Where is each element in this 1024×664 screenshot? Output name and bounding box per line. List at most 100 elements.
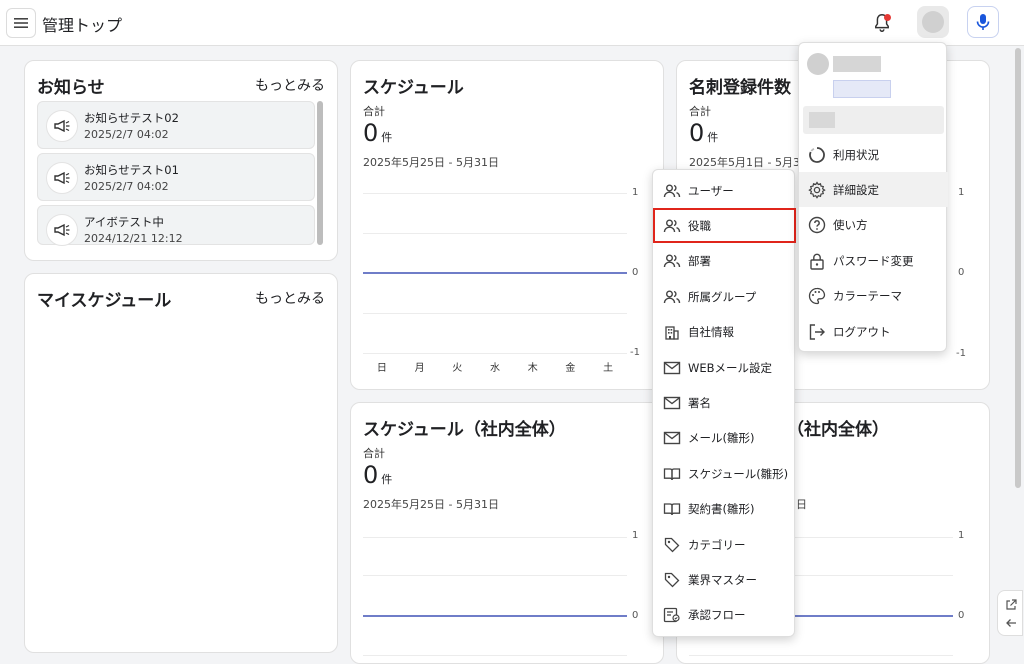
settings-menu-item-label: 承認フロー bbox=[688, 608, 746, 623]
schedule-title: スケジュール bbox=[363, 78, 464, 98]
company-schedule-total-value: 0件 bbox=[363, 461, 393, 489]
avatar bbox=[922, 11, 944, 33]
megaphone-icon bbox=[46, 162, 78, 194]
business-card-count-title: 名刺登録件数 bbox=[689, 78, 791, 98]
settings-menu-item[interactable]: ユーザー bbox=[653, 173, 796, 208]
settings-menu-item-label: 自社情報 bbox=[688, 325, 734, 340]
company-card-date-range: 日 bbox=[796, 498, 807, 511]
schedule-date-range: 2025年5月25日 - 5月31日 bbox=[363, 156, 499, 169]
page-scrollbar-thumb[interactable] bbox=[1015, 48, 1021, 488]
page-scrollbar[interactable] bbox=[1015, 48, 1021, 648]
news-more-link[interactable]: もっとみる bbox=[255, 75, 325, 95]
news-item[interactable]: お知らせテスト01 2025/2/7 04:02 bbox=[37, 153, 315, 201]
user-menu-item-label: 詳細設定 bbox=[833, 182, 879, 197]
settings-menu-item[interactable]: 部署 bbox=[653, 244, 796, 279]
user-menu-item[interactable]: 詳細設定 bbox=[799, 172, 948, 208]
company-schedule-date-range: 2025年5月25日 - 5月31日 bbox=[363, 498, 499, 511]
settings-menu-item[interactable]: 所属グループ bbox=[653, 279, 796, 314]
user-dropdown-menu: 利用状況詳細設定使い方パスワード変更カラーテーマ ログアウト bbox=[798, 42, 948, 352]
settings-menu-item-label: 役職 bbox=[688, 218, 711, 233]
y-tick-label: 1 bbox=[632, 530, 639, 541]
settings-menu-item-label: 所属グループ bbox=[688, 289, 757, 304]
user-name-placeholder bbox=[833, 56, 881, 72]
settings-menu-item[interactable]: カテゴリー bbox=[653, 527, 796, 562]
news-item-date: 2024/12/21 12:12 bbox=[84, 232, 183, 245]
my-schedule-more-link[interactable]: もっとみる bbox=[255, 288, 325, 308]
y-tick-label: 0 bbox=[958, 267, 965, 278]
settings-menu-item[interactable]: 業界マスター bbox=[653, 562, 796, 597]
palette-icon bbox=[807, 286, 827, 306]
side-floating-buttons bbox=[997, 590, 1023, 636]
collapse-button[interactable] bbox=[1004, 616, 1018, 630]
help-icon bbox=[807, 215, 827, 235]
company-selector[interactable] bbox=[803, 106, 944, 134]
user-menu-item[interactable]: 利用状況 bbox=[799, 137, 948, 172]
settings-dropdown-menu: ユーザー役職部署所属グループ 自社情報 WEBメール設定 署名 メール(雛形) スケジュー… bbox=[652, 169, 796, 637]
news-item-title: お知らせテスト01 bbox=[84, 163, 179, 177]
user-avatar-button[interactable] bbox=[917, 6, 949, 38]
voice-input-button[interactable] bbox=[967, 6, 999, 38]
grid-line bbox=[363, 537, 627, 538]
notification-button[interactable] bbox=[871, 12, 893, 34]
hamburger-menu-button[interactable] bbox=[6, 8, 36, 38]
settings-menu-item-label: 部署 bbox=[688, 254, 711, 269]
schedule-unit: 件 bbox=[381, 131, 393, 144]
user-menu-item[interactable]: カラーテーマ bbox=[799, 279, 948, 314]
user-role-badge bbox=[833, 80, 891, 98]
x-tick-label: 木 bbox=[527, 363, 538, 374]
users-icon bbox=[662, 216, 682, 236]
my-schedule-card: マイスケジュール もっとみる bbox=[24, 273, 338, 653]
hamburger-icon bbox=[14, 18, 28, 28]
settings-menu-item[interactable]: 承認フロー bbox=[653, 598, 796, 633]
settings-menu-item[interactable]: WEBメール設定 bbox=[653, 350, 796, 385]
lock-icon bbox=[807, 251, 827, 271]
arrow-left-icon bbox=[1006, 619, 1016, 627]
external-link-icon bbox=[1006, 599, 1017, 610]
news-card: お知らせ もっとみる お知らせテスト02 2025/2/7 04:02 お知らせ… bbox=[24, 60, 338, 261]
series-line-segment bbox=[363, 272, 401, 274]
news-item-title: アイボテスト中 bbox=[84, 215, 164, 229]
y-tick-label: 1 bbox=[632, 187, 639, 198]
users-icon bbox=[662, 287, 682, 307]
x-tick-label: 日 bbox=[376, 363, 387, 374]
news-item[interactable]: アイボテスト中 2024/12/21 12:12 bbox=[37, 205, 315, 246]
series-line-segment bbox=[400, 272, 439, 274]
open-external-button[interactable] bbox=[1004, 598, 1018, 612]
x-tick-label: 火 bbox=[452, 363, 463, 374]
book-icon bbox=[662, 464, 682, 484]
news-item[interactable]: お知らせテスト02 2025/2/7 04:02 bbox=[37, 101, 315, 149]
user-menu-item-label: 利用状況 bbox=[833, 147, 879, 162]
user-menu-item[interactable]: 使い方 bbox=[799, 208, 948, 243]
business-card-unit: 件 bbox=[707, 131, 719, 144]
user-menu-item-label: パスワード変更 bbox=[833, 253, 914, 268]
company-schedule-chart: 1 0 bbox=[363, 525, 663, 663]
settings-menu-item[interactable]: 契約書(雛形) bbox=[653, 492, 796, 527]
news-scrollbar[interactable] bbox=[317, 101, 323, 245]
user-menu-item[interactable]: パスワード変更 bbox=[799, 243, 948, 278]
settings-menu-item[interactable]: 署名 bbox=[653, 385, 796, 420]
settings-menu-item[interactable]: メール(雛形) bbox=[653, 421, 796, 456]
settings-menu-item[interactable]: 自社情報 bbox=[653, 315, 796, 350]
tag-icon bbox=[662, 570, 682, 590]
users-icon bbox=[662, 181, 682, 201]
mail-icon bbox=[662, 393, 682, 413]
y-tick-label: 1 bbox=[958, 187, 965, 198]
news-item-date: 2025/2/7 04:02 bbox=[84, 128, 169, 141]
x-tick-label: 月 bbox=[414, 363, 425, 374]
user-menu-item-label: 使い方 bbox=[833, 218, 868, 233]
settings-menu-item[interactable]: スケジュール(雛形) bbox=[653, 456, 796, 491]
business-card-total-label: 合計 bbox=[689, 105, 711, 118]
building-icon bbox=[662, 322, 682, 342]
top-header: 管理トップ bbox=[0, 0, 1024, 46]
x-tick-label: 水 bbox=[490, 363, 500, 374]
company-schedule-total-label: 合計 bbox=[363, 447, 385, 460]
grid-line bbox=[363, 233, 627, 234]
user-menu-item[interactable]: ログアウト bbox=[799, 314, 948, 349]
microphone-icon bbox=[976, 14, 990, 30]
settings-menu-item[interactable]: 役職 bbox=[653, 208, 796, 244]
news-item-date: 2025/2/7 04:02 bbox=[84, 180, 169, 193]
approval-flow-icon bbox=[662, 605, 682, 625]
usage-circle-icon bbox=[807, 145, 827, 165]
y-tick-label: 1 bbox=[958, 530, 965, 541]
series-line-segment bbox=[476, 272, 514, 274]
